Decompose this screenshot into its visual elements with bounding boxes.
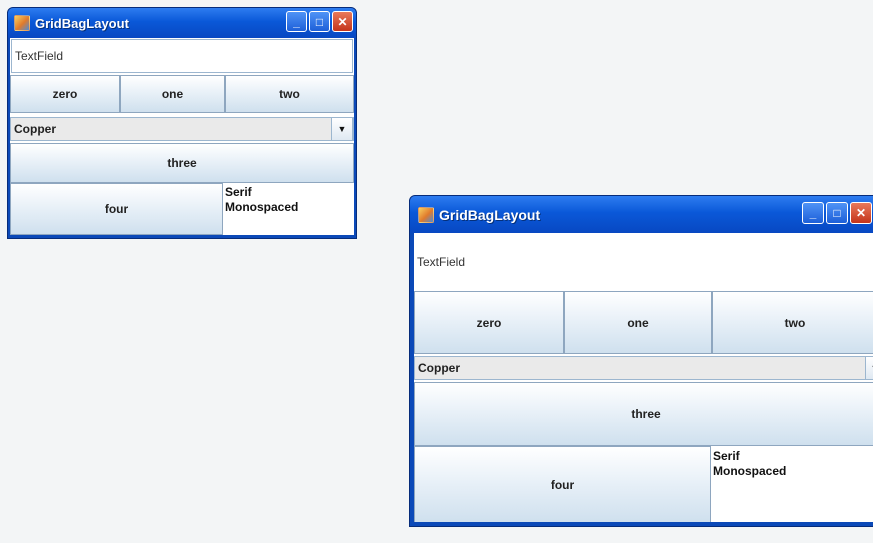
chevron-down-icon: ▼ [337, 124, 347, 134]
text-field-value: TextField [15, 49, 64, 63]
minimize-icon: _ [809, 206, 817, 220]
minimize-icon: _ [293, 14, 300, 29]
window-large: GridBagLayout _ □ ✕ TextField zero one t… [409, 195, 873, 527]
maximize-icon: □ [315, 14, 324, 29]
window-small: GridBagLayout _ □ ✕ TextField zero one t… [7, 7, 357, 239]
close-icon: ✕ [855, 206, 867, 220]
three-button[interactable]: three [414, 382, 873, 446]
combo-selected-value: Copper [418, 361, 460, 375]
title-bar[interactable]: GridBagLayout _ □ ✕ [410, 196, 873, 233]
java-app-icon [418, 206, 434, 223]
close-icon: ✕ [337, 14, 348, 29]
text-field[interactable]: TextField [11, 39, 353, 73]
java-app-icon [14, 15, 30, 31]
font-combo-box[interactable]: Copper ▼ [10, 117, 354, 141]
text-field[interactable]: TextField [414, 233, 873, 291]
font-list[interactable]: Serif Monospaced [711, 449, 873, 522]
one-button[interactable]: one [120, 75, 225, 113]
maximize-button[interactable]: □ [826, 202, 848, 224]
list-item-serif[interactable]: Serif [225, 185, 354, 200]
two-button[interactable]: two [712, 291, 873, 354]
minimize-button[interactable]: _ [286, 11, 307, 32]
content-pane: TextField zero one two Copper ▼ three fo… [10, 38, 354, 235]
zero-button[interactable]: zero [10, 75, 120, 113]
font-list[interactable]: Serif Monospaced [223, 185, 354, 235]
minimize-button[interactable]: _ [802, 202, 824, 224]
font-combo-box[interactable]: Copper ▼ [414, 356, 873, 380]
window-title: GridBagLayout [35, 15, 129, 31]
close-button[interactable]: ✕ [332, 11, 353, 32]
list-item-serif[interactable]: Serif [713, 449, 873, 464]
title-bar[interactable]: GridBagLayout _ □ ✕ [8, 8, 356, 38]
four-button[interactable]: four [414, 446, 711, 522]
zero-button[interactable]: zero [414, 291, 564, 354]
one-button[interactable]: one [564, 291, 712, 354]
list-item-monospaced[interactable]: Monospaced [225, 200, 354, 215]
list-item-monospaced[interactable]: Monospaced [713, 464, 873, 479]
maximize-button[interactable]: □ [309, 11, 330, 32]
two-button[interactable]: two [225, 75, 354, 113]
close-button[interactable]: ✕ [850, 202, 872, 224]
combo-dropdown-button[interactable]: ▼ [865, 356, 873, 380]
maximize-icon: □ [833, 206, 841, 220]
four-button[interactable]: four [10, 183, 223, 235]
three-button[interactable]: three [10, 143, 354, 183]
text-field-value: TextField [417, 255, 466, 269]
content-pane: TextField zero one two Copper ▼ three fo… [414, 233, 873, 522]
combo-selected-value: Copper [14, 122, 56, 136]
combo-dropdown-button[interactable]: ▼ [331, 117, 353, 141]
window-title: GridBagLayout [439, 206, 541, 223]
